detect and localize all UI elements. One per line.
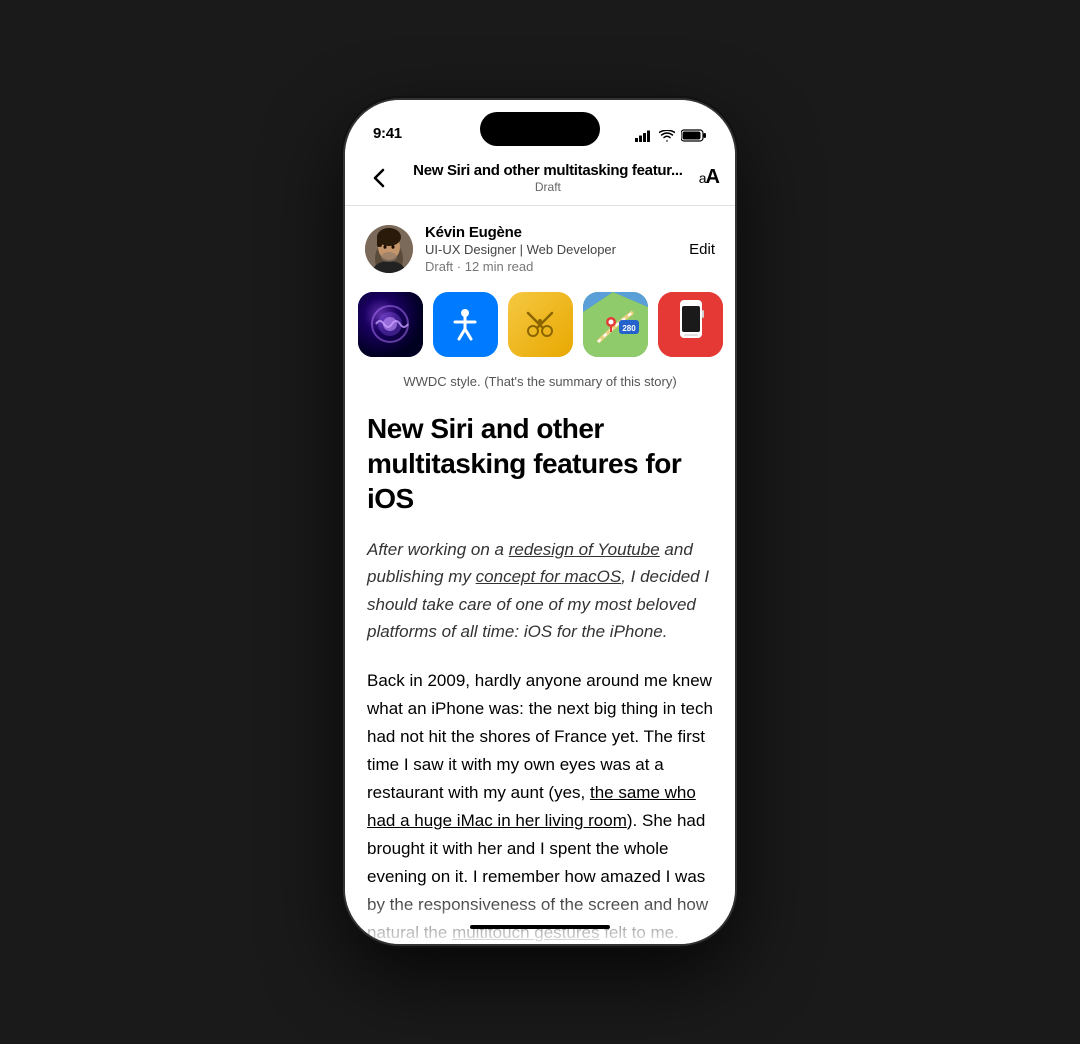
accessibility-icon xyxy=(433,292,498,357)
article-content: New Siri and other multitasking features… xyxy=(345,411,735,944)
phone-frame: 9:41 xyxy=(345,100,735,944)
font-size-button[interactable]: aA xyxy=(699,166,719,189)
status-bar: 9:41 xyxy=(345,100,735,150)
article-intro: After working on a redesign of Youtube a… xyxy=(367,536,713,645)
wifi-icon xyxy=(659,130,675,142)
author-role: UI-UX Designer | Web Developer xyxy=(425,242,616,257)
status-time: 9:41 xyxy=(373,125,402,142)
app-icons-row: 280 xyxy=(345,288,735,373)
edit-button[interactable]: Edit xyxy=(689,241,715,258)
article-paragraph-1: Back in 2009, hardly anyone around me kn… xyxy=(367,667,713,944)
redesign-youtube-link[interactable]: redesign of Youtube xyxy=(509,540,660,559)
home-indicator xyxy=(470,925,610,929)
author-left: Kévin Eugène UI-UX Designer | Web Develo… xyxy=(365,224,616,274)
article-scroll-content[interactable]: Kévin Eugène UI-UX Designer | Web Develo… xyxy=(345,206,735,944)
signal-icon xyxy=(635,130,653,142)
article-body: Back in 2009, hardly anyone around me kn… xyxy=(367,667,713,944)
nav-bar: New Siri and other multitasking featur..… xyxy=(345,150,735,206)
scissors-icon xyxy=(508,292,573,357)
nav-subtitle: Draft xyxy=(405,180,691,194)
author-name: Kévin Eugène xyxy=(425,224,616,241)
author-meta: Draft · 12 min read xyxy=(425,259,616,274)
author-avatar xyxy=(365,225,413,273)
iphone-mirror-icon xyxy=(658,292,723,357)
maps-icon: 280 xyxy=(583,292,648,357)
author-section: Kévin Eugène UI-UX Designer | Web Develo… xyxy=(345,206,735,288)
concept-macos-link[interactable]: concept for macOS xyxy=(476,567,622,586)
battery-icon xyxy=(681,129,707,142)
aunt-link[interactable]: the same who had a huge iMac in her livi… xyxy=(367,783,696,830)
nav-title: New Siri and other multitasking featur..… xyxy=(405,162,691,179)
article-caption: WWDC style. (That's the summary of this … xyxy=(345,373,735,411)
dynamic-island xyxy=(480,112,600,146)
nav-title-group: New Siri and other multitasking featur..… xyxy=(405,162,691,194)
article-title: New Siri and other multitasking features… xyxy=(367,411,713,516)
siri-icon xyxy=(358,292,423,357)
back-button[interactable] xyxy=(361,160,397,196)
status-icons xyxy=(635,129,707,142)
svg-text:280: 280 xyxy=(622,324,636,333)
phone-screen: 9:41 xyxy=(345,100,735,944)
author-info: Kévin Eugène UI-UX Designer | Web Develo… xyxy=(425,224,616,274)
